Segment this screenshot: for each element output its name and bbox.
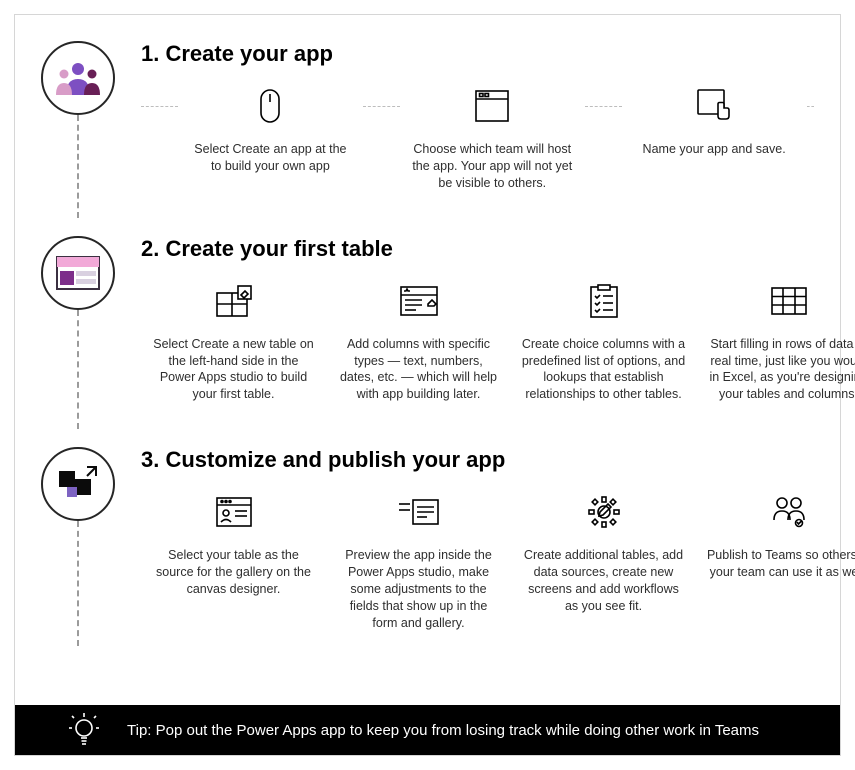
checklist-icon [521,282,686,320]
step-3-sub-3: Create additional tables, add data sourc… [521,547,686,615]
new-table-icon [151,282,316,320]
step-3-sub-2: Preview the app inside the Power Apps st… [336,547,501,631]
grid-icon [706,282,855,320]
gear-icon [521,493,686,531]
step-2-title: 2. Create your first table [141,236,855,262]
step-1-sub-2: Choose which team will host the app. You… [410,141,575,192]
step-2-sub-3: Create choice columns with a predefined … [521,336,686,404]
step-2-sub-1: Select Create a new table on the left-ha… [151,336,316,404]
connector-1 [77,115,79,218]
step-3-badge [41,447,115,521]
step-3: 3. Customize and publish your app [41,447,814,631]
gallery-icon [151,493,316,531]
step-1-badge [41,41,115,115]
step-3-title: 3. Customize and publish your app [141,447,855,473]
step-2-badge [41,236,115,310]
columns-icon [336,282,501,320]
publish-icon [57,465,99,503]
tap-icon [632,87,797,125]
step-3-sub-1: Select your table as the source for the … [151,547,316,598]
mouse-icon [188,87,353,125]
tip-text: Tip: Pop out the Power Apps app to keep … [127,722,759,739]
step-1-title: 1. Create your app [141,41,814,67]
steps-area: 1. Create your app Select Create an app … [41,41,814,632]
table-icon [56,256,100,290]
window-icon [410,87,575,125]
team-icon [706,493,855,531]
step-2-sub-4: Start filling in rows of data in real ti… [706,336,855,404]
instruction-card: 1. Create your app Select Create an app … [14,14,841,756]
connector-2 [77,310,79,430]
form-icon [336,493,501,531]
people-icon [56,61,100,95]
step-1-sub-1: Select Create an app at the to build you… [188,141,353,175]
step-1-sub-3: Name your app and save. [632,141,797,158]
tip-bar: Tip: Pop out the Power Apps app to keep … [15,705,840,755]
step-2-sub-2: Add columns with specific types — text, … [336,336,501,404]
lightbulb-icon [69,713,99,747]
step-2: 2. Create your first table [41,236,814,404]
step-1: 1. Create your app Select Create an app … [41,41,814,192]
connector-3 [77,521,79,645]
step-3-sub-4: Publish to Teams so others in your team … [706,547,855,581]
